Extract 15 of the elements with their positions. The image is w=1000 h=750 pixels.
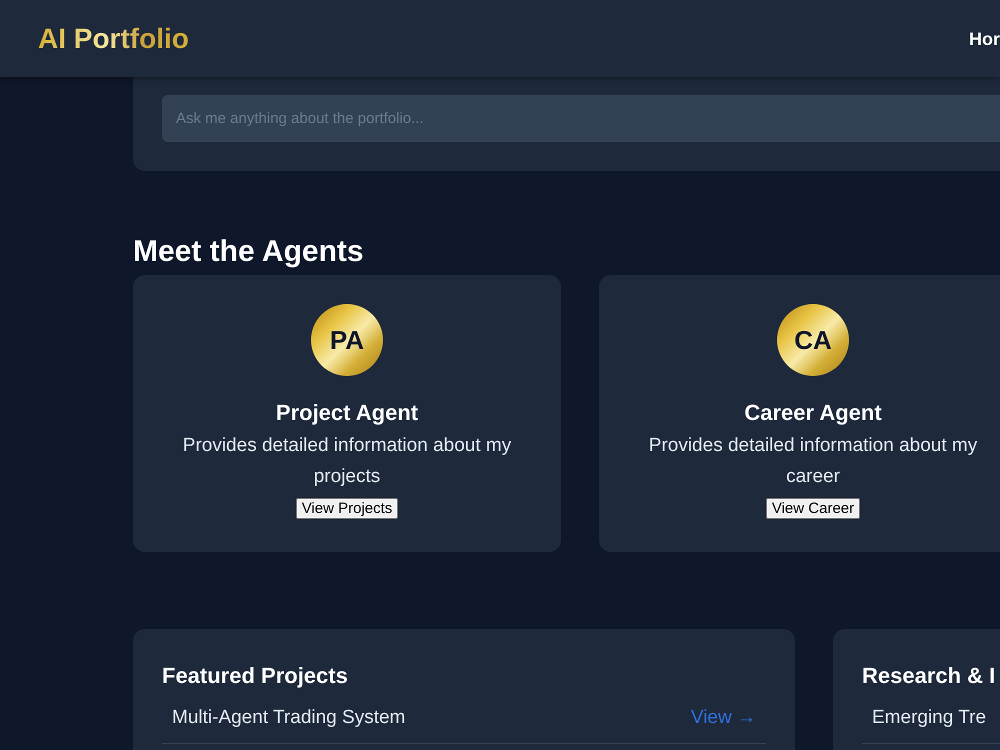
avatar-initials: CA (777, 304, 849, 376)
chat-input-field[interactable]: Ask me anything about the portfolio... (162, 95, 1000, 142)
card-title: Featured Projects (162, 662, 349, 690)
agent-name: Project Agent (276, 399, 418, 427)
list-item-label: Emerging Tre (872, 706, 986, 730)
view-button[interactable]: View Projects (296, 498, 398, 519)
avatar-initials: PA (311, 304, 383, 376)
agent-description: Provides detailed information about my projects (182, 434, 512, 489)
agent-description: Provides detailed information about my career (648, 434, 978, 489)
view-button[interactable]: View Career (766, 498, 860, 519)
nav-link[interactable]: Hor (969, 26, 1000, 50)
list-item-label: Multi-Agent Trading System (172, 706, 406, 730)
section-title: Meet the Agents (133, 235, 364, 269)
agent-name: Career Agent (744, 399, 882, 427)
card-title: Research & I (862, 662, 996, 690)
